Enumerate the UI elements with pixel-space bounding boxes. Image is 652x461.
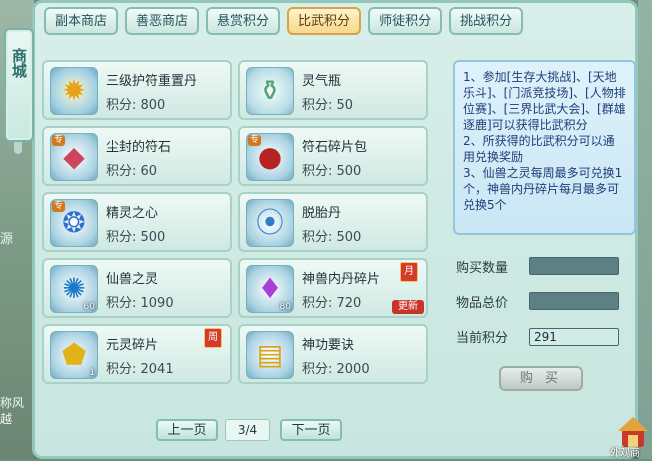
background-right-scene (638, 0, 652, 459)
tab-0[interactable]: 副本商店 (44, 7, 119, 35)
item-name: 神功要诀 (302, 338, 355, 353)
item-name: 元灵碎片 (106, 338, 159, 353)
item-name: 神兽内丹碎片 (302, 272, 381, 287)
item-price: 积分: 500 (302, 230, 362, 245)
tab-1[interactable]: 善恶商店 (125, 7, 200, 35)
total-price-field (529, 292, 619, 310)
spirit-heart-icon: ❂ 专 (50, 199, 98, 247)
item-icon-glyph: ⚱ (258, 74, 282, 107)
item-name: 尘封的符石 (106, 140, 172, 155)
exclusive-tag: 专 (52, 201, 66, 212)
gold-shard-icon: ⬟ 1 (50, 331, 98, 379)
golden-pill-icon: ✹ (50, 67, 98, 115)
item-price: 积分: 2000 (302, 362, 370, 377)
background-text-2: 称风越 (0, 396, 25, 426)
purple-crystal-icon: ♦ 80 (246, 265, 294, 313)
page-indicator: 3/4 (225, 419, 270, 441)
blue-orb-icon: ✺ 60 (50, 265, 98, 313)
item-card[interactable]: ⬟ 1 元灵碎片积分: 2041 周 (42, 324, 232, 384)
appearance-shop-label: 外观商 (610, 448, 640, 459)
item-icon-glyph: ⦿ (255, 206, 284, 239)
item-card[interactable]: ❂ 专精灵之心积分: 500 (42, 192, 232, 252)
item-name: 脱胎丹 (302, 206, 342, 221)
item-card[interactable]: ⚱ 灵气瓶积分: 50 (238, 60, 428, 120)
points-label: 当前积分 (456, 331, 509, 346)
side-tab-tassel (14, 142, 22, 154)
appearance-shop-shortcut[interactable]: 外观商 (610, 411, 650, 459)
item-icon-glyph: ✹ (62, 74, 86, 107)
item-card[interactable]: ⦿ 脱胎丹积分: 500 (238, 192, 428, 252)
qty-label: 购买数量 (456, 261, 509, 276)
blue-pills-icon: ⦿ (246, 199, 294, 247)
item-card[interactable]: ✺ 60 仙兽之灵积分: 1090 (42, 258, 232, 318)
item-icon-glyph: ▤ (256, 338, 284, 371)
limit-badge: 周 (204, 328, 222, 348)
rules-text: 1、参加[生存大挑战]、[天地乐斗]、[门派竞技场]、[人物排位赛]、[三界比武… (463, 70, 626, 212)
item-price: 积分: 500 (302, 164, 362, 179)
item-name: 三级护符重置丹 (106, 74, 198, 89)
item-name: 灵气瓶 (302, 74, 342, 89)
item-price: 积分: 2041 (106, 362, 174, 377)
tab-5[interactable]: 挑战积分 (449, 7, 524, 35)
exclusive-tag: 专 (52, 135, 66, 146)
item-name: 符石碎片包 (302, 140, 368, 155)
item-count: 60 (83, 302, 95, 312)
points-value: 291 (534, 330, 557, 344)
jade-vase-icon: ⚱ (246, 67, 294, 115)
red-pouch-icon: ● 专 (246, 133, 294, 181)
next-page-button[interactable]: 下一页 (280, 419, 342, 441)
item-price: 积分: 1090 (106, 296, 174, 311)
shop-side-tab-label: 商城 (10, 48, 28, 78)
item-card[interactable]: ✹ 三级护符重置丹 积分: 800 (42, 60, 232, 120)
tab-2[interactable]: 悬赏积分 (206, 7, 281, 35)
gem-rock-icon: ◆ 专 (50, 133, 98, 181)
rules-info-box: 1、参加[生存大挑战]、[天地乐斗]、[门派竞技场]、[人物排位赛]、[三界比武… (453, 60, 636, 235)
limit-badge: 月 (400, 262, 418, 282)
item-price: 积分: 500 (106, 230, 166, 245)
exclusive-tag: 专 (248, 135, 262, 146)
item-price: 积分: 800 (106, 98, 166, 113)
item-count: 1 (89, 368, 95, 378)
item-name: 仙兽之灵 (106, 272, 159, 287)
item-card[interactable]: ♦ 80 神兽内丹碎片 积分: 720 月更新 (238, 258, 428, 318)
qty-input[interactable] (529, 257, 619, 275)
tab-3[interactable]: 比武积分 (287, 7, 362, 35)
buy-button[interactable]: 购 买 (499, 366, 583, 391)
item-count: 80 (279, 302, 291, 312)
gold-book-icon: ▤ (246, 331, 294, 379)
new-badge: 更新 (392, 300, 424, 314)
item-price: 积分: 720 (302, 296, 362, 311)
item-name: 精灵之心 (106, 206, 159, 221)
item-price: 积分: 50 (302, 98, 354, 113)
item-price: 积分: 60 (106, 164, 158, 179)
total-label: 物品总价 (456, 296, 509, 311)
background-text: 源 (0, 232, 14, 247)
prev-page-button[interactable]: 上一页 (156, 419, 218, 441)
item-card[interactable]: ◆ 专尘封的符石积分: 60 (42, 126, 232, 186)
item-card[interactable]: ▤ 神功要诀积分: 2000 (238, 324, 428, 384)
tab-4[interactable]: 师徒积分 (368, 7, 443, 35)
shop-side-tab[interactable]: 商城 (4, 28, 34, 154)
shop-tabs: 副本商店 善恶商店 悬赏积分 比武积分 师徒积分 挑战积分 (44, 7, 524, 35)
item-card[interactable]: ● 专符石碎片包积分: 500 (238, 126, 428, 186)
